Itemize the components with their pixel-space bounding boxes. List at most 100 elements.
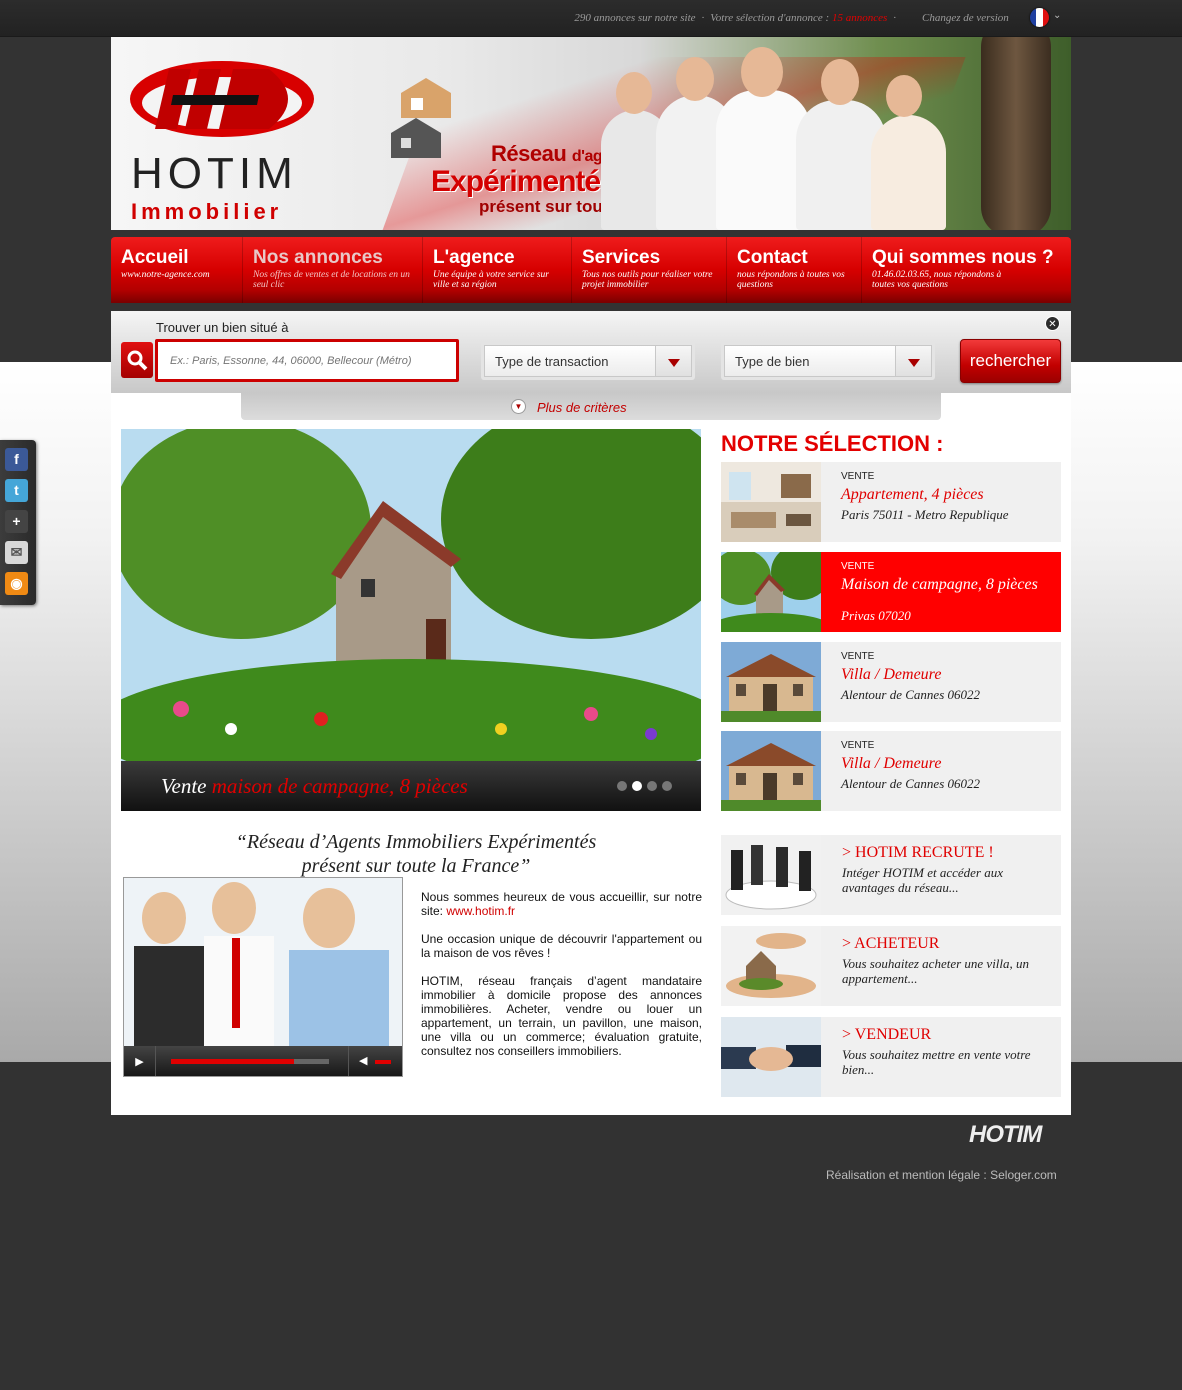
promo-vendeur[interactable]: > VENDEUR Vous souhaitez mettre en vente… bbox=[721, 1017, 1061, 1097]
listing-name: Villa / Demeure bbox=[841, 755, 942, 772]
hotim-logo[interactable]: HOTIM Immobilier bbox=[129, 59, 319, 229]
nav-item-accueil[interactable]: Accueil www.notre-agence.com bbox=[111, 237, 243, 303]
annonces-count: 290 annonces sur notre site bbox=[574, 12, 696, 24]
selection-label: Votre sélection d'annonce : bbox=[710, 12, 830, 24]
slider-dots bbox=[617, 781, 672, 791]
listing-thumbnail bbox=[721, 642, 821, 722]
hotim-site-link[interactable]: www.hotim.fr bbox=[446, 904, 515, 918]
nav-item-agence[interactable]: L'agence Une équipe à votre service sur … bbox=[423, 237, 572, 303]
location-input[interactable] bbox=[155, 339, 459, 382]
twitter-icon[interactable]: t bbox=[5, 479, 28, 502]
intro-text: Nous sommes heureux de vous accueillir, … bbox=[421, 890, 702, 1072]
nav-item-services[interactable]: Services Tous nos outils pour réaliser v… bbox=[572, 237, 727, 303]
slider-dot[interactable] bbox=[617, 781, 627, 791]
listing-kind: VENTE bbox=[841, 471, 875, 482]
more-criteria-toggle[interactable]: ▼ Plus de critères bbox=[241, 393, 941, 420]
listing-thumbnail bbox=[721, 462, 821, 542]
video-thumbnail bbox=[124, 878, 402, 1046]
close-icon[interactable]: ✕ bbox=[1045, 316, 1060, 331]
featured-slider[interactable]: Vente maison de campagne, 8 pièces bbox=[121, 429, 701, 811]
transaction-type-select[interactable]: Type de transaction bbox=[481, 342, 695, 380]
top-bar: 290 annonces sur notre site · Votre sélect… bbox=[0, 0, 1182, 37]
property-select-value: Type de bien bbox=[735, 354, 810, 369]
play-icon[interactable]: ▶ bbox=[124, 1046, 156, 1076]
chevron-down-icon: ▼ bbox=[511, 399, 526, 414]
speaker-icon: ◀ bbox=[359, 1055, 368, 1067]
nav-subtitle: Une équipe à votre service sur ville et … bbox=[433, 270, 549, 290]
listing-place: Paris 75011 - Metro Republique bbox=[841, 507, 1009, 522]
slider-dot[interactable] bbox=[647, 781, 657, 791]
listing-card[interactable]: VENTE Appartement, 4 pièces Paris 75011 … bbox=[721, 462, 1061, 542]
volume-level bbox=[375, 1060, 391, 1064]
nav-subtitle: Nos offres de ventes et de locations en … bbox=[253, 270, 410, 290]
listing-kind: VENTE bbox=[841, 651, 875, 662]
slogan-line1-a: Réseau bbox=[491, 141, 567, 166]
listing-place: Privas 07020 bbox=[841, 608, 911, 623]
nav-title: Contact bbox=[737, 247, 808, 268]
listing-name: Villa / Demeure bbox=[841, 666, 942, 683]
quote-line1: “Réseau d’Agents Immobiliers Expérimenté… bbox=[235, 831, 597, 853]
property-type-select[interactable]: Type de bien bbox=[721, 342, 935, 380]
intro-p3: HOTIM, réseau français d’agent mandatair… bbox=[421, 974, 702, 1058]
listing-name: Appartement, 4 pièces bbox=[841, 486, 984, 503]
more-criteria-label: Plus de critères bbox=[537, 400, 627, 415]
promo-recrute[interactable]: > HOTIM RECRUTE ! Intéger HOTIM et accéd… bbox=[721, 835, 1061, 915]
social-share-bar: f t + ✉ ◉ bbox=[0, 440, 36, 605]
nav-title: Qui sommes nous ? bbox=[872, 247, 1054, 268]
listing-card[interactable]: VENTE Villa / Demeure Alentour de Cannes… bbox=[721, 642, 1061, 722]
volume-control[interactable]: ◀ bbox=[348, 1046, 402, 1076]
slider-dot-active[interactable] bbox=[632, 781, 642, 791]
facebook-icon[interactable]: f bbox=[5, 448, 28, 471]
listing-place: Alentour de Cannes 06022 bbox=[841, 776, 981, 791]
nav-title: L'agence bbox=[433, 247, 515, 268]
nav-item-qui-sommes-nous[interactable]: Qui sommes nous ? 01.46.02.03.65, nous r… bbox=[862, 237, 1071, 303]
promo-desc: Intéger HOTIM et accéder aux avantages d… bbox=[842, 865, 1003, 895]
chevron-down-icon[interactable]: ⌄ bbox=[1053, 10, 1061, 21]
footer-legal-link[interactable]: Réalisation et mention légale : Seloger.… bbox=[826, 1168, 1057, 1182]
promo-title: > VENDEUR bbox=[842, 1026, 932, 1043]
featured-house-photo bbox=[121, 429, 701, 799]
promo-acheteur[interactable]: > ACHETEUR Vous souhaitez acheter une vi… bbox=[721, 926, 1061, 1006]
quote-line2: présent sur toute la France” bbox=[301, 855, 531, 877]
video-player[interactable]: ▶ ◀ bbox=[123, 877, 403, 1077]
nav-item-nos-annonces[interactable]: Nos annonces Nos offres de ventes et de … bbox=[243, 237, 423, 303]
caption-kind: Vente bbox=[161, 774, 207, 798]
meeting-photo bbox=[721, 835, 821, 915]
google-plus-icon[interactable]: + bbox=[5, 510, 28, 533]
search-label: Trouver un bien situé à bbox=[156, 320, 289, 335]
selection-title: NOTRE SÉLECTION : bbox=[721, 431, 944, 456]
change-version-link[interactable]: Changez de version bbox=[922, 12, 1009, 24]
promo-title: > ACHETEUR bbox=[842, 935, 940, 952]
logo-mark-icon bbox=[130, 61, 314, 137]
listing-card[interactable]: VENTE Villa / Demeure Alentour de Cannes… bbox=[721, 731, 1061, 811]
mail-icon[interactable]: ✉ bbox=[5, 541, 28, 564]
tagline-quote: “Réseau d’Agents Immobiliers Expérimenté… bbox=[121, 830, 711, 878]
listing-name: Maison de campagne, 8 pièces bbox=[841, 576, 1038, 593]
nav-title: Services bbox=[582, 247, 661, 268]
selection-count-link[interactable]: 15 annonces bbox=[832, 12, 887, 24]
header-banner: HOTIM Immobilier Réseau d'agents immobil… bbox=[111, 37, 1071, 230]
search-button[interactable]: rechercher bbox=[960, 339, 1061, 383]
nav-subtitle: nous répondons à toutes vos questions bbox=[737, 270, 845, 290]
french-flag-icon[interactable] bbox=[1030, 8, 1049, 27]
listing-card-active[interactable]: VENTE Maison de campagne, 8 pièces Priva… bbox=[721, 552, 1061, 632]
logo-word-hotim: HOTIM bbox=[131, 149, 298, 198]
listing-kind: VENTE bbox=[841, 740, 875, 751]
listing-thumbnail bbox=[721, 731, 821, 811]
nav-title: Accueil bbox=[121, 247, 189, 268]
listing-thumbnail bbox=[721, 552, 821, 632]
main-nav: Accueil www.notre-agence.com Nos annonce… bbox=[111, 237, 1071, 303]
house-icons bbox=[391, 78, 451, 158]
intro-p2: Une occasion unique de découvrir l'appar… bbox=[421, 932, 702, 960]
video-progress-bar[interactable] bbox=[171, 1059, 329, 1064]
search-icon[interactable] bbox=[121, 342, 153, 378]
nav-subtitle: www.notre-agence.com bbox=[121, 270, 210, 280]
top-info: 290 annonces sur notre site · Votre sélect… bbox=[574, 12, 896, 24]
rss-icon[interactable]: ◉ bbox=[5, 572, 28, 595]
slider-dot[interactable] bbox=[662, 781, 672, 791]
agents-photo bbox=[581, 47, 1001, 230]
nav-item-contact[interactable]: Contact nous répondons à toutes vos ques… bbox=[727, 237, 862, 303]
slider-caption: Vente maison de campagne, 8 pièces bbox=[121, 761, 701, 811]
listing-kind: VENTE bbox=[841, 561, 875, 572]
promo-desc: Vous souhaitez mettre en vente votre bie… bbox=[842, 1047, 1031, 1077]
